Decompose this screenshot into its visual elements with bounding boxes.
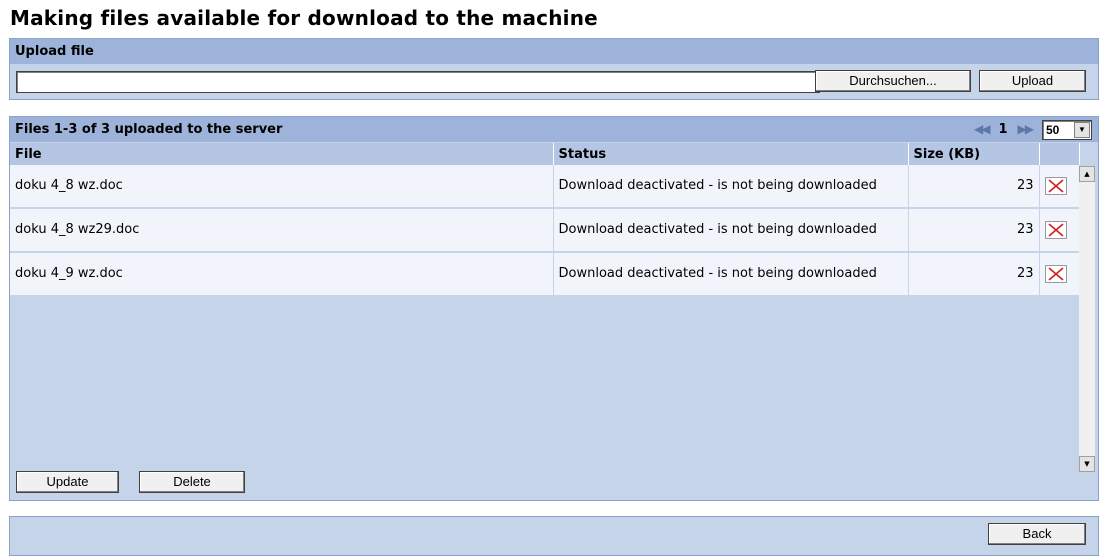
- footer-panel: Back: [9, 516, 1099, 556]
- file-name-cell: doku 4_8 wz29.doc: [10, 208, 554, 253]
- column-header-status[interactable]: Status: [553, 143, 909, 165]
- files-panel-header: Files 1-3 of 3 uploaded to the server ◀◀…: [10, 117, 1098, 142]
- upload-panel-header: Upload file: [10, 39, 1098, 64]
- delete-x-icon[interactable]: [1044, 177, 1067, 195]
- pagination: ◀◀ 1 ▶▶ 50 ▼: [968, 117, 1092, 142]
- status-cell: Download deactivated - is not being down…: [553, 208, 909, 253]
- files-count-label: Files 1-3 of 3 uploaded to the server: [15, 122, 283, 137]
- file-name-cell: doku 4_8 wz.doc: [10, 165, 554, 209]
- files-table: File Status Size (KB) doku 4_8 wz.doc Do…: [10, 143, 1080, 297]
- size-cell: 23: [908, 252, 1040, 297]
- delete-x-icon[interactable]: [1044, 221, 1067, 239]
- actions-cell: [1039, 252, 1080, 297]
- delete-button[interactable]: Delete: [139, 471, 245, 493]
- table-row[interactable]: doku 4_9 wz.doc Download deactivated - i…: [10, 252, 1080, 297]
- chevron-down-icon[interactable]: ▼: [1074, 121, 1090, 138]
- table-row[interactable]: doku 4_8 wz29.doc Download deactivated -…: [10, 208, 1080, 253]
- status-cell: Download deactivated - is not being down…: [553, 165, 909, 209]
- table-scrollbar[interactable]: ▲ ▼: [1079, 166, 1095, 472]
- browse-button[interactable]: Durchsuchen...: [815, 70, 971, 92]
- file-name-cell: doku 4_9 wz.doc: [10, 252, 554, 297]
- update-button[interactable]: Update: [16, 471, 119, 493]
- scroll-down-icon[interactable]: ▼: [1079, 456, 1095, 472]
- next-page-icon[interactable]: ▶▶: [1018, 117, 1035, 142]
- upload-file-path-input[interactable]: [16, 71, 820, 93]
- back-button[interactable]: Back: [988, 523, 1086, 545]
- upload-button[interactable]: Upload: [979, 70, 1086, 92]
- column-header-actions: [1039, 143, 1080, 165]
- page-size-value: 50: [1046, 122, 1060, 137]
- table-row[interactable]: doku 4_8 wz.doc Download deactivated - i…: [10, 165, 1080, 209]
- size-cell: 23: [908, 165, 1040, 209]
- size-cell: 23: [908, 208, 1040, 253]
- page-size-select[interactable]: 50 ▼: [1042, 119, 1092, 140]
- actions-cell: [1039, 165, 1080, 209]
- scroll-up-icon[interactable]: ▲: [1079, 166, 1095, 182]
- column-header-size[interactable]: Size (KB): [908, 143, 1040, 165]
- delete-x-icon[interactable]: [1044, 265, 1067, 283]
- table-header-row: File Status Size (KB): [10, 143, 1080, 165]
- upload-panel: Upload file Durchsuchen... Upload: [9, 38, 1099, 100]
- first-page-icon[interactable]: ◀◀: [974, 117, 991, 142]
- files-panel: Files 1-3 of 3 uploaded to the server ◀◀…: [9, 116, 1099, 501]
- column-header-file[interactable]: File: [10, 143, 554, 165]
- status-cell: Download deactivated - is not being down…: [553, 252, 909, 297]
- actions-cell: [1039, 208, 1080, 253]
- page-title: Making files available for download to t…: [10, 6, 598, 30]
- current-page-number: 1: [998, 122, 1008, 137]
